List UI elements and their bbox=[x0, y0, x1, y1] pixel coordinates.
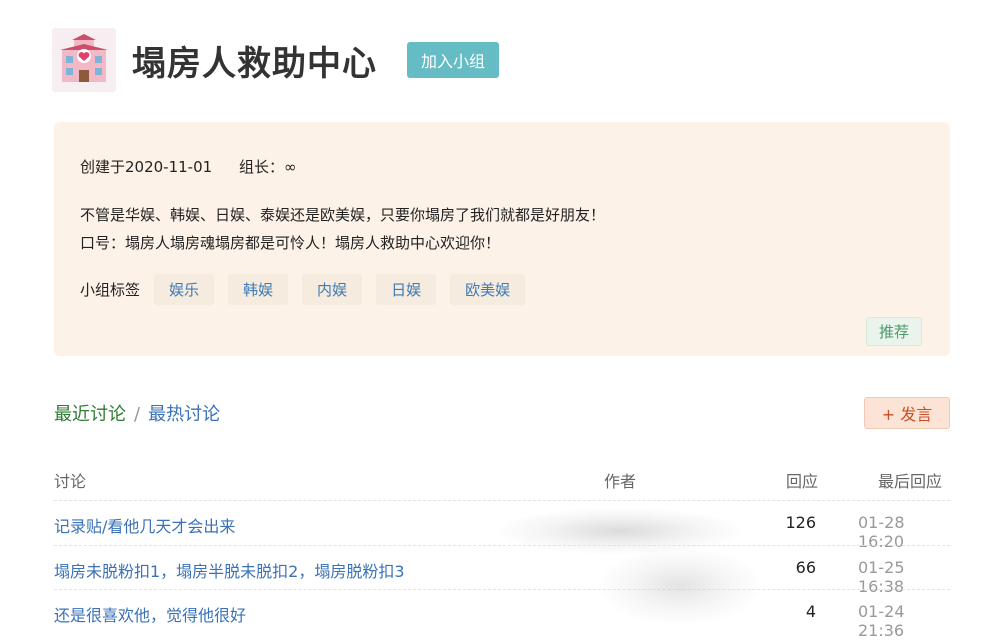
table-row: 记录贴/看他几天才会出来 126 01-28 16:20 bbox=[54, 500, 950, 551]
created-date: 创建于2020-11-01 bbox=[80, 158, 213, 176]
group-description: 不管是华娱、韩娱、日娱、泰娱还是欧美娱，只要你塌房了我们就都是好朋友！ 口号：塌… bbox=[80, 201, 605, 257]
tag-entertainment[interactable]: 娱乐 bbox=[154, 274, 215, 305]
owner-link[interactable]: ∞ bbox=[284, 158, 297, 176]
recommend-button[interactable]: 推荐 bbox=[865, 317, 922, 346]
tab-hot-discussions[interactable]: 最热讨论 bbox=[148, 404, 220, 425]
reply-count: 126 bbox=[785, 513, 816, 532]
reply-count: 4 bbox=[805, 602, 816, 621]
group-tags: 小组标签 娱乐 韩娱 内娱 日娱 欧美娱 bbox=[80, 274, 526, 305]
group-info-panel: 创建于2020-11-01 组长：∞ 不管是华娱、韩娱、日娱、泰娱还是欧美娱，只… bbox=[54, 122, 950, 356]
column-author: 作者 bbox=[604, 472, 637, 491]
column-replies: 回应 bbox=[786, 472, 819, 491]
table-row: 还是很喜欢他，觉得他很好 4 01-24 21:36 bbox=[54, 589, 950, 640]
last-reply-time: 01-24 21:36 bbox=[858, 602, 905, 640]
table-row: 塌房未脱粉扣1，塌房半脱未脱扣2，塌房脱粉扣3 66 01-25 16:38 bbox=[54, 545, 950, 596]
group-meta: 创建于2020-11-01 组长：∞ bbox=[80, 156, 296, 177]
column-topic: 讨论 bbox=[54, 472, 87, 491]
owner-label: 组长： bbox=[238, 158, 284, 176]
group-header: 塌房人救助中心 加入小组 bbox=[52, 28, 500, 92]
group-title: 塌房人救助中心 bbox=[132, 43, 377, 84]
description-line: 不管是华娱、韩娱、日娱、泰娱还是欧美娱，只要你塌房了我们就都是好朋友！ bbox=[80, 206, 606, 224]
tab-recent-discussions[interactable]: 最近讨论 bbox=[54, 404, 126, 425]
tab-separator: / bbox=[134, 404, 141, 425]
post-button[interactable]: + 发言 bbox=[864, 397, 950, 429]
reply-count: 66 bbox=[795, 558, 816, 577]
tag-western-ent[interactable]: 欧美娱 bbox=[450, 274, 526, 305]
tags-label: 小组标签 bbox=[80, 281, 141, 299]
topic-link[interactable]: 塌房未脱粉扣1，塌房半脱未脱扣2，塌房脱粉扣3 bbox=[54, 558, 405, 582]
join-group-button[interactable]: 加入小组 bbox=[407, 42, 500, 78]
tag-domestic-ent[interactable]: 内娱 bbox=[302, 274, 363, 305]
discussion-tabs: 最近讨论 / 最热讨论 bbox=[54, 400, 220, 426]
topic-link[interactable]: 还是很喜欢他，觉得他很好 bbox=[54, 602, 246, 626]
column-last-reply: 最后回应 bbox=[878, 472, 943, 491]
pink-hospital-heart-icon bbox=[52, 28, 116, 92]
tag-japanese-ent[interactable]: 日娱 bbox=[376, 274, 437, 305]
author-redaction-blur bbox=[600, 548, 760, 624]
author-redaction-blur bbox=[500, 508, 740, 554]
tag-korean-ent[interactable]: 韩娱 bbox=[228, 274, 289, 305]
table-header: 讨论 作者 回应 最后回应 bbox=[54, 468, 950, 498]
slogan-line: 口号：塌房人塌房魂塌房都是可怜人！塌房人救助中心欢迎你！ bbox=[80, 234, 501, 252]
topic-link[interactable]: 记录贴/看他几天才会出来 bbox=[54, 513, 235, 537]
